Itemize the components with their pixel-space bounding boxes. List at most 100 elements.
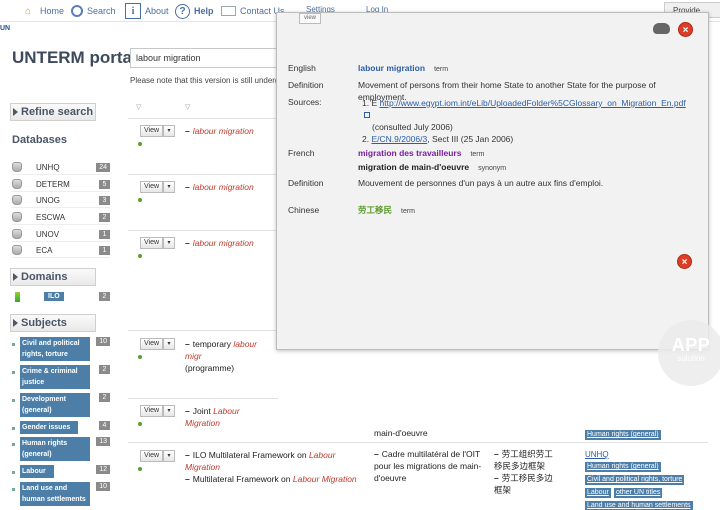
info-icon: i — [125, 3, 141, 19]
term-detail-dialog: view × English labour migration term Defi… — [276, 12, 709, 350]
chinese-term: 劳工移民 term — [358, 204, 415, 218]
databases-heading: Databases — [12, 134, 68, 146]
subject-tag[interactable]: Land use and human settlements — [585, 501, 693, 510]
search-input[interactable]: labour migration — [130, 48, 280, 68]
sort-icon[interactable]: ▽ — [185, 103, 190, 111]
domain-item[interactable]: ILO 2 — [12, 289, 110, 304]
chinese-text: 劳工组织劳工移民多边框架 — [494, 449, 553, 471]
term-text: labour migration — [192, 126, 254, 136]
database-item[interactable]: UNHQ 24 — [12, 160, 110, 175]
subject-item[interactable]: Development (general) 2 — [12, 393, 110, 417]
view-button[interactable]: View — [140, 181, 163, 193]
view-dropdown[interactable]: ▾ — [163, 237, 175, 249]
sort-icon[interactable]: ▽ — [136, 103, 141, 111]
source-tags-peek: Human rights (general) — [585, 428, 710, 441]
result-term[interactable]: – ILO Multilateral Framework on Labour Mi… — [185, 449, 365, 485]
database-item[interactable]: UNOG 3 — [12, 193, 110, 208]
view-button[interactable]: View — [140, 125, 163, 137]
nav-search-label: Search — [87, 6, 116, 16]
database-item[interactable]: UNOV 1 — [12, 227, 110, 242]
subject-item[interactable]: Land use and human settlements 10 — [12, 482, 110, 506]
result-term[interactable]: – labour migration — [185, 237, 275, 249]
subject-tag[interactable]: Human rights (general) — [585, 430, 661, 440]
view-dropdown[interactable]: ▾ — [163, 125, 175, 137]
nav-home[interactable]: ⌂ Home — [20, 3, 64, 19]
subject-tag: Labour — [20, 465, 54, 478]
count-badge: 10 — [96, 482, 110, 491]
view-button[interactable]: View — [140, 405, 163, 417]
nav-about[interactable]: i About — [125, 3, 169, 19]
nav-help[interactable]: ? Help — [175, 3, 214, 19]
result-term[interactable]: – temporary labour migr (programme) — [185, 338, 275, 374]
subject-item[interactable]: Civil and political rights, torture 10 — [12, 337, 110, 361]
source-item: 1. E http://www.egypt.iom.int/eLib/Uploa… — [362, 97, 692, 133]
database-item[interactable]: DETERM 5 — [12, 177, 110, 192]
source-link[interactable]: E/CN.9/2006/3 — [371, 134, 427, 144]
count-badge: 24 — [96, 162, 110, 172]
mail-icon — [221, 6, 236, 16]
subjects-button[interactable]: Subjects — [10, 314, 96, 332]
close-button[interactable]: × — [678, 22, 693, 37]
english-term: labour migration term — [358, 62, 448, 76]
view-button[interactable]: View — [140, 237, 163, 249]
bullet-icon — [12, 427, 15, 430]
sources-list: 1. E http://www.egypt.iom.int/eLib/Uploa… — [362, 97, 692, 145]
french-label: French — [288, 148, 315, 158]
domains-button[interactable]: Domains — [10, 268, 96, 286]
view-dropdown[interactable]: ▾ — [163, 338, 175, 350]
watermark-text: APP — [671, 335, 711, 355]
subject-tag[interactable]: Civil and political rights, torture — [585, 475, 685, 485]
definition-label: Definition — [288, 178, 324, 188]
count-badge: 5 — [99, 179, 110, 189]
count-badge: 12 — [96, 465, 110, 474]
view-dropdown[interactable]: ▾ — [163, 181, 175, 193]
view-button[interactable]: View — [140, 450, 163, 462]
term-prefix: temporary — [192, 339, 234, 349]
view-button[interactable]: View — [140, 338, 163, 350]
count-badge: 2 — [99, 393, 110, 402]
view-dropdown[interactable]: ▾ — [163, 405, 175, 417]
nav-contact[interactable]: Contact Us — [221, 3, 285, 19]
count-badge: 1 — [99, 229, 110, 239]
bullet-icon — [12, 371, 15, 374]
term-text: labour migration — [192, 238, 254, 248]
result-term[interactable]: – labour migration — [185, 181, 275, 193]
source-link[interactable]: http://www.egypt.iom.int/eLib/UploadedFo… — [380, 98, 686, 108]
french-term: migration des travailleurs term migration… — [358, 147, 506, 175]
view-toggle-button[interactable]: view — [299, 13, 321, 24]
home-icon: ⌂ — [24, 5, 32, 17]
subject-item[interactable]: Human rights (general) 13 — [12, 437, 110, 461]
page-title: UNTERM portal — [12, 48, 137, 67]
refine-search-button[interactable]: Refine search — [10, 103, 96, 121]
subject-item[interactable]: Crime & criminal justice 2 — [12, 365, 110, 389]
subject-tag[interactable]: other UN titles — [614, 488, 663, 498]
database-icon — [12, 212, 22, 222]
subjects-label: Subjects — [21, 317, 67, 329]
domain-color-icon — [15, 291, 20, 302]
status-dot-icon — [138, 142, 142, 146]
subject-tag[interactable]: Human rights (general) — [585, 462, 661, 472]
nav-help-label: Help — [194, 6, 214, 16]
subject-item[interactable]: Gender issues 4 — [12, 421, 110, 434]
nav-search[interactable]: Search — [71, 3, 116, 19]
count-badge: 10 — [96, 337, 110, 346]
database-item[interactable]: ESCWA 2 — [12, 210, 110, 225]
database-item[interactable]: ECA 1 — [12, 243, 110, 258]
french-term-peek: main-d'oeuvre — [374, 428, 428, 438]
source-link[interactable]: UNHQ — [585, 450, 609, 459]
count-badge: 3 — [99, 195, 110, 205]
result-term[interactable]: – Joint Labour Migration — [185, 405, 275, 429]
cloud-icon[interactable] — [653, 23, 670, 34]
close-button-secondary[interactable]: × — [677, 254, 692, 269]
view-dropdown[interactable]: ▾ — [163, 450, 175, 462]
bullet-icon — [12, 343, 15, 346]
chinese-term-text: 劳工移民 — [358, 205, 393, 215]
subject-tag: Crime & criminal justice — [20, 365, 90, 389]
database-icon — [12, 195, 22, 205]
result-term[interactable]: – labour migration — [185, 125, 275, 137]
term-tag: term — [434, 66, 449, 73]
subject-tag[interactable]: Labour — [585, 488, 611, 498]
term-prefix: Multilateral Framework on — [192, 474, 293, 484]
definition-fr: Mouvement de personnes d'un pays à un au… — [358, 178, 604, 188]
subject-item[interactable]: Labour 12 — [12, 465, 110, 478]
